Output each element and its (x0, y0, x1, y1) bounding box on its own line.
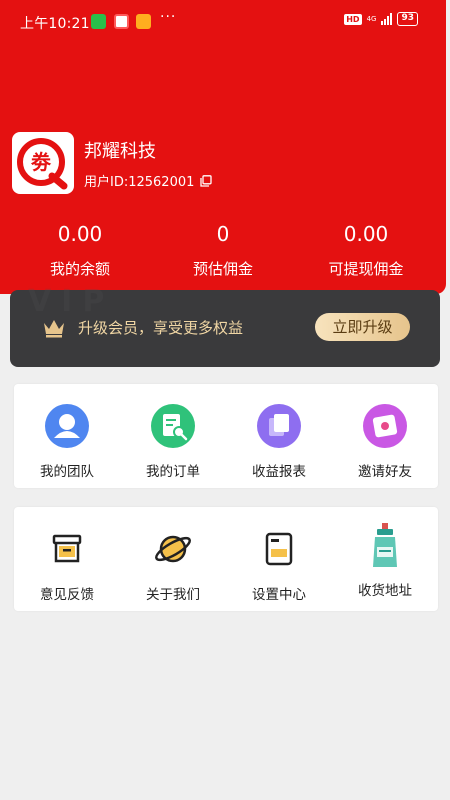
battery-icon: 93 (397, 12, 418, 26)
invite-icon (363, 404, 407, 448)
user-id: 用户ID:12562001 (84, 175, 195, 190)
menu-item-settings[interactable]: 设置中心 (226, 527, 332, 603)
menu-label-feedback: 意见反馈 (40, 587, 94, 603)
menu-label-about: 关于我们 (146, 587, 200, 603)
status-bar: 上午10:21 ··· HD 4G 93 (0, 0, 446, 40)
menu-label-orders: 我的订单 (146, 464, 200, 480)
estimated-commission-label: 预估佣金 (192, 260, 253, 278)
menu-item-about[interactable]: 关于我们 (120, 527, 226, 603)
app-logo: 劵 (12, 132, 74, 194)
battery-level: 93 (401, 13, 414, 23)
menu-item-team[interactable]: 我的团队 (14, 404, 120, 480)
balance-value: 0.00 (57, 222, 103, 246)
menu-item-report[interactable]: 收益报表 (226, 404, 332, 480)
balance-stat[interactable]: 0.00 我的余额 (10, 222, 150, 279)
network-type: 4G (366, 14, 377, 23)
withdrawable-commission-value: 0.00 (343, 222, 389, 246)
upgrade-now-button[interactable]: 立即升级 (315, 313, 410, 341)
order-icon (151, 404, 195, 448)
hd-icon: HD (344, 13, 362, 25)
estimated-commission-stat[interactable]: 0 预估佣金 (153, 222, 293, 279)
shopping-app-icon (114, 14, 129, 29)
coupon-logo-icon: 劵 (17, 138, 68, 190)
menu-label-address: 收货地址 (358, 583, 412, 599)
crown-icon (44, 320, 64, 338)
menu-label-report: 收益报表 (252, 464, 306, 480)
profile-header: 上午10:21 ··· HD 4G 93 劵 邦耀科技 用户ID:1256200… (0, 0, 446, 294)
company-name: 邦耀科技 (84, 141, 156, 162)
feedback-icon (52, 534, 82, 563)
signal-icon (381, 13, 393, 25)
wechat-icon (91, 14, 106, 29)
team-icon (45, 404, 89, 448)
menu-label-invite: 邀请好友 (358, 464, 412, 480)
secondary-menu-card: 意见反馈 关于我们 设置中心 收货地址 (14, 507, 438, 611)
vip-promo-text: 升级会员，享受更多权益 (78, 319, 244, 337)
menu-item-address[interactable]: 收货地址 (332, 521, 438, 599)
more-notifications-icon: ··· (160, 9, 177, 25)
estimated-commission-value: 0 (216, 222, 230, 246)
balance-label: 我的余额 (49, 260, 110, 278)
vip-watermark: VIP (28, 284, 115, 319)
report-icon (257, 404, 301, 448)
menu-label-team: 我的团队 (40, 464, 94, 480)
about-icon (155, 535, 191, 563)
withdrawable-commission-stat[interactable]: 0.00 可提现佣金 (296, 222, 436, 279)
copy-icon[interactable] (200, 174, 213, 187)
menu-item-invite[interactable]: 邀请好友 (332, 404, 438, 480)
menu-label-settings: 设置中心 (252, 587, 306, 603)
withdrawable-commission-label: 可提现佣金 (328, 260, 404, 278)
menu-item-orders[interactable]: 我的订单 (120, 404, 226, 480)
status-time: 上午10:21 (20, 16, 90, 32)
menu-item-feedback[interactable]: 意见反馈 (14, 527, 120, 603)
message-app-icon (136, 14, 151, 29)
user-id-row: 用户ID:12562001 (84, 171, 213, 190)
settings-icon (265, 532, 293, 566)
address-icon (373, 523, 397, 567)
main-menu-card: 我的团队 我的订单 收益报表 邀请好友 (14, 384, 438, 488)
logo-glyph: 劵 (30, 150, 52, 174)
